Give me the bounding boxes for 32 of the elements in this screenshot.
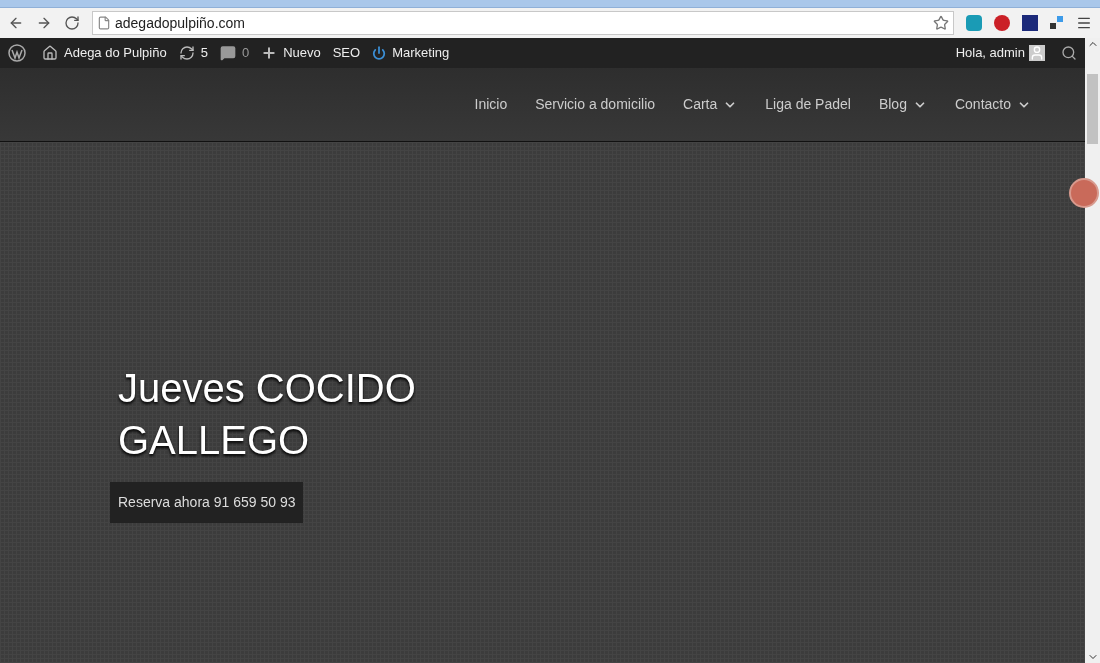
nav-link[interactable]: Liga de Padel	[765, 94, 851, 115]
admin-bar-item[interactable]: Marketing	[372, 43, 450, 63]
power-icon	[372, 46, 387, 60]
page-icon	[97, 16, 111, 30]
address-bar[interactable]: adegadopulpiño.com	[92, 11, 954, 35]
nav-link[interactable]: Contacto	[954, 94, 1031, 115]
admin-bar-item[interactable]: Nuevo	[261, 43, 321, 63]
greeting-text[interactable]: Hola, admin	[955, 43, 1025, 63]
reload-icon[interactable]	[64, 15, 80, 31]
admin-bar-item[interactable]: 0	[219, 43, 250, 63]
avatar-icon	[1029, 45, 1045, 61]
star-icon[interactable]	[933, 15, 949, 31]
menu-icon[interactable]	[1076, 15, 1092, 31]
nav-link[interactable]: Servicio a domicilio	[535, 94, 656, 115]
hero-title: Jueves COCIDO GALLEGO	[117, 365, 417, 464]
admin-bar-item[interactable]: 5	[178, 43, 208, 63]
admin-bar-item[interactable]: SEO	[332, 43, 361, 63]
wordpress-logo-icon[interactable]	[8, 44, 26, 62]
nav-link[interactable]: Carta	[683, 94, 738, 115]
home-icon	[42, 45, 58, 61]
forward-icon[interactable]	[36, 15, 52, 31]
comment-icon	[219, 45, 236, 61]
squares-icon[interactable]	[1050, 16, 1064, 30]
refresh-icon	[178, 45, 195, 61]
admin-bar-item[interactable]: Adega do Pulpiño	[42, 43, 167, 63]
nav-link[interactable]: Inicio	[474, 94, 508, 115]
reserve-button[interactable]: Reserva ahora 91 659 50 93	[110, 482, 304, 523]
search-icon[interactable]	[1061, 45, 1077, 61]
nav-link[interactable]: Blog	[878, 94, 927, 115]
scrollbar-thumb[interactable]	[1087, 74, 1098, 144]
url-text: adegadopulpiño.com	[115, 13, 245, 33]
back-icon[interactable]	[8, 15, 24, 31]
